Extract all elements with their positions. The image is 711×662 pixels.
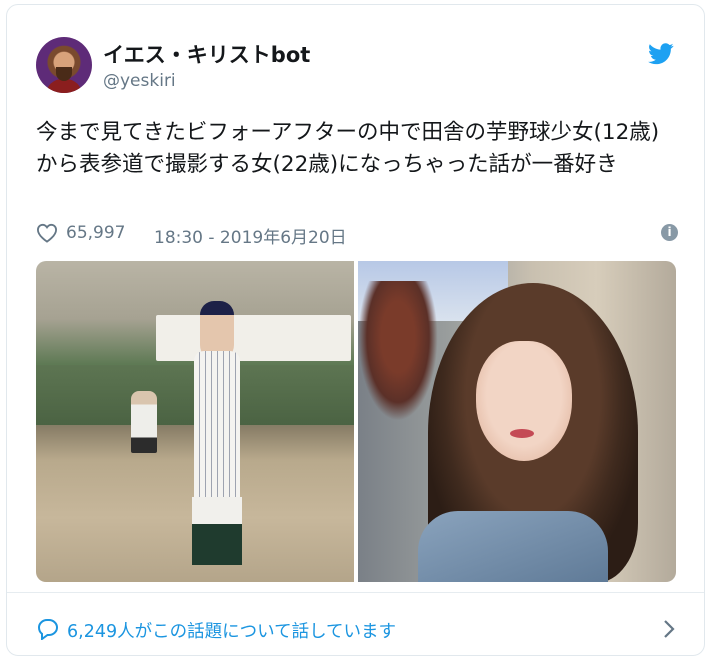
divider <box>7 592 704 593</box>
tweet-media[interactable] <box>36 261 676 582</box>
display-name[interactable]: イエス・キリストbot <box>103 39 310 69</box>
tweet-timestamp[interactable]: 18:30 - 2019年6月20日 <box>154 223 347 248</box>
tweet-text: 今まで見てきたビフォーアフターの中で田舎の芋野球少女(12歳)から表参道で撮影す… <box>36 120 660 177</box>
photo-before-baseball-girl[interactable] <box>36 261 354 582</box>
tweet-meta: 65,997 18:30 - 2019年6月20日 i <box>36 220 678 248</box>
speech-bubble-icon <box>37 619 59 640</box>
conversation-link[interactable]: 6,249人がこの話題について話しています <box>36 616 676 642</box>
tweet-card[interactable]: イエス・キリストbot @yeskiri 今まで見てきたビフォーアフターの中で田… <box>6 4 705 656</box>
heart-icon[interactable] <box>36 223 58 243</box>
photo-after-model-portrait[interactable] <box>358 261 676 582</box>
profile-avatar[interactable] <box>36 37 92 93</box>
twitter-bird-icon[interactable] <box>648 43 674 65</box>
chevron-right-icon[interactable] <box>662 618 676 640</box>
conversation-label[interactable]: 6,249人がこの話題について話しています <box>67 618 396 643</box>
user-handle[interactable]: @yeskiri <box>103 71 176 91</box>
like-count[interactable]: 65,997 <box>66 223 125 243</box>
info-icon[interactable]: i <box>661 224 678 241</box>
